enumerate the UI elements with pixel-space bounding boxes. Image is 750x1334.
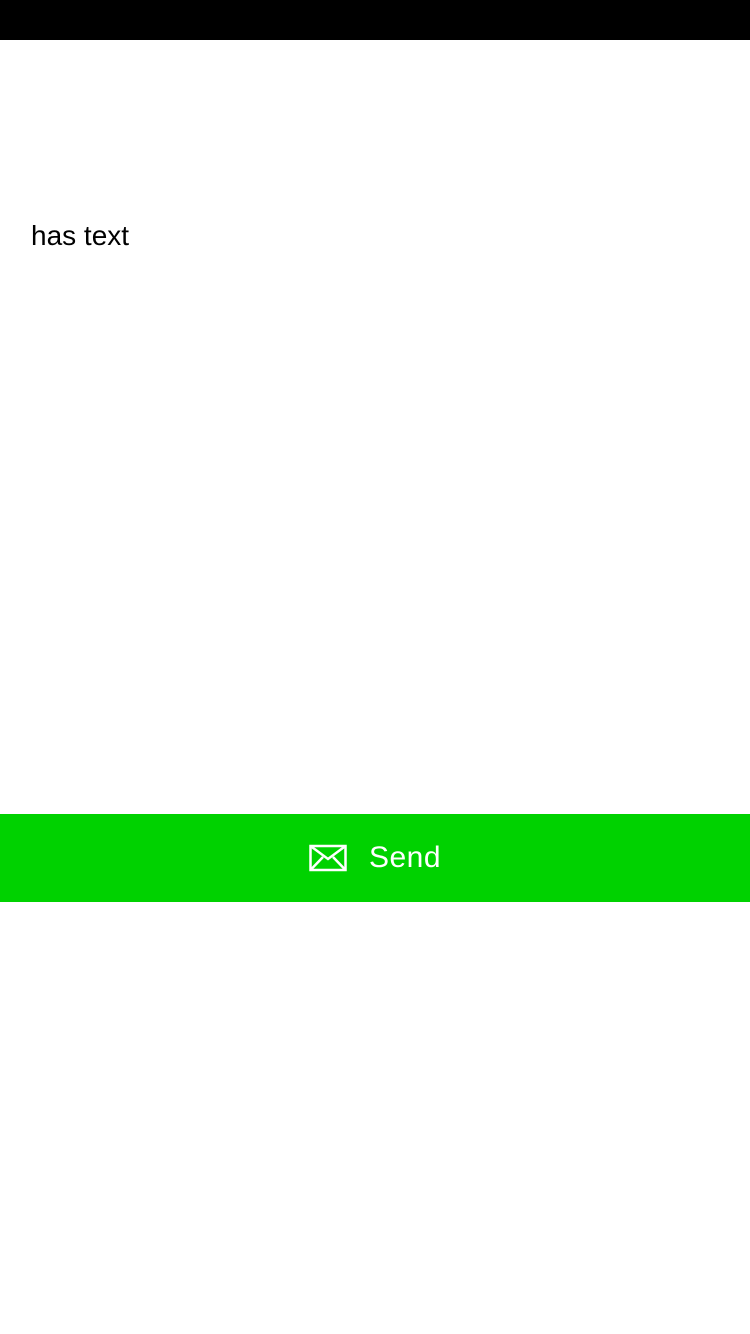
- message-text: has text: [31, 220, 130, 251]
- message-input[interactable]: has text: [0, 40, 750, 814]
- keyboard-area: [0, 902, 750, 1334]
- send-button[interactable]: Send: [0, 814, 750, 902]
- send-button-label: Send: [368, 841, 442, 874]
- envelope-icon: [309, 844, 347, 872]
- status-bar: [0, 0, 750, 40]
